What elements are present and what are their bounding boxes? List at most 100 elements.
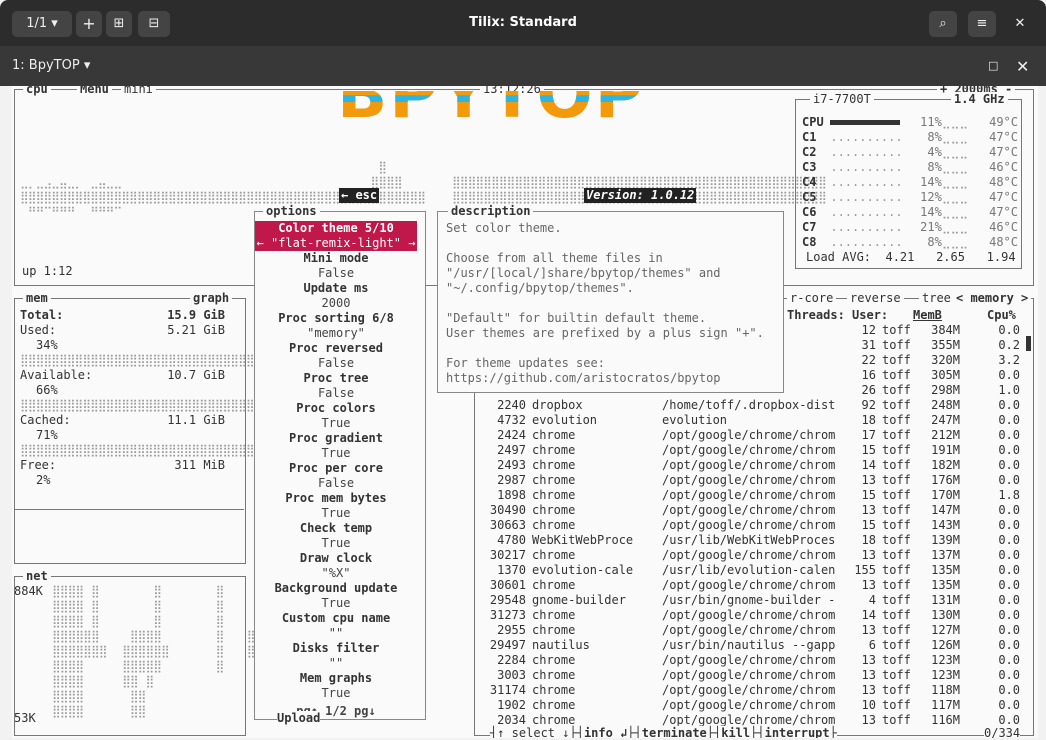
process-row[interactable]: 30490 chrome/opt/google/chrome/chrom 13 tof… — [482, 503, 1030, 518]
option-selected-name[interactable]: Color theme 5/10 — [255, 221, 417, 236]
core-usage-bar: .......... — [830, 130, 903, 144]
process-cpu: 0.0 — [998, 638, 1020, 652]
terminate-button[interactable]: terminate — [642, 726, 707, 738]
process-row[interactable]: 3003 chrome/opt/google/chrome/chrom 13 toff… — [482, 668, 1030, 683]
process-row[interactable]: 31174 chrome/opt/google/chrome/chrom 13 tof… — [482, 683, 1030, 698]
select-hint[interactable]: ↑ select ↓ — [497, 726, 569, 738]
process-prog: chrome — [532, 698, 576, 712]
process-cpu: 0.0 — [998, 323, 1020, 337]
process-prog: chrome — [532, 458, 576, 472]
cpu-tab[interactable]: cpu — [23, 86, 51, 97]
process-row[interactable]: 2284 chrome/opt/google/chrome/chrom 13 toff… — [482, 653, 1030, 668]
terminal-area[interactable]: cpu Menu mini 13:12:26 + 2000ms - BPYTOP… — [12, 86, 1038, 738]
option-value: True — [321, 686, 351, 700]
process-cpu: 0.0 — [998, 608, 1020, 622]
process-thr: 18 — [861, 533, 876, 547]
core-temp: 47°C — [989, 190, 1018, 204]
process-row[interactable]: 1370 evolution-cale/usr/lib/evolution-cal… — [482, 563, 1030, 578]
core-name: C6 — [802, 205, 817, 219]
process-thr: 31 — [861, 338, 876, 352]
process-row[interactable]: 29548 gnome-builder/usr/bin/gnome-builder… — [482, 593, 1030, 608]
proc-sort-selector[interactable]: < memory > — [953, 291, 1032, 306]
option-name[interactable]: Update ms — [255, 281, 417, 296]
info-button[interactable]: info ↲ — [584, 726, 627, 738]
process-row[interactable]: 2493 chrome/opt/google/chrome/chrom 14 toff… — [482, 458, 1030, 473]
net-title: net — [23, 569, 51, 584]
option-name[interactable]: Proc colors — [255, 401, 417, 416]
close-terminal-icon[interactable]: ✕ — [1016, 57, 1029, 76]
process-cpu: 0.0 — [998, 698, 1020, 712]
process-row[interactable]: 2424 chrome/opt/google/chrome/chrom 17 toff… — [482, 428, 1030, 443]
proc-scrollbar[interactable] — [1026, 336, 1031, 351]
option-value: "" — [328, 626, 344, 640]
option-name[interactable]: Background update — [255, 581, 417, 596]
option-name[interactable]: Proc gradient — [255, 431, 417, 446]
load-5: 2.65 — [936, 250, 965, 264]
process-row[interactable]: 2987 chrome/opt/google/chrome/chrom 13 toff… — [482, 473, 1030, 488]
option-selected-value[interactable]: ← "flat-remix-light" → — [255, 236, 417, 251]
option-name[interactable]: Mem graphs — [255, 671, 417, 686]
process-cmd: /opt/google/chrome/chrom — [662, 548, 836, 562]
core-temp-graph: ⣀⣀⣀ — [941, 220, 969, 234]
interrupt-button[interactable]: interrupt — [765, 726, 830, 738]
process-row[interactable]: 4780 WebKitWebProce/usr/lib/WebKitWebProc… — [482, 533, 1030, 548]
option-name[interactable]: Proc reversed — [255, 341, 417, 356]
process-row[interactable]: 1898 chrome/opt/google/chrome/chrom 15 toff… — [482, 488, 1030, 503]
process-mem: 131M — [931, 593, 960, 607]
kill-button[interactable]: kill — [721, 726, 750, 738]
proc-per-core-toggle[interactable]: r-core — [787, 291, 837, 306]
process-row[interactable]: 2497 chrome/opt/google/chrome/chrom 15 toff… — [482, 443, 1030, 458]
option-name[interactable]: Proc mem bytes — [255, 491, 417, 506]
process-user: toff — [882, 488, 911, 502]
option-name[interactable]: Custom cpu name — [255, 611, 417, 626]
option-name[interactable]: Proc per core — [255, 461, 417, 476]
process-cmd: /opt/google/chrome/chrom — [662, 683, 836, 697]
esc-button[interactable]: ← esc — [339, 188, 380, 203]
core-temp-graph: ⣀⣀⣀ — [941, 160, 969, 174]
process-cmd: /opt/google/chrome/chrom — [662, 503, 836, 517]
cpu-core-row: C5.......... 12% ⣀⣀⣀ 47°C — [802, 190, 1018, 205]
process-cmd: /usr/lib/WebKitWebProces — [662, 533, 836, 547]
mem-cached: 11.1 GiB — [167, 413, 225, 427]
core-usage-bar: .......... — [830, 190, 903, 204]
mem-total: 15.9 GiB — [167, 308, 225, 322]
process-row[interactable]: 30601 chrome/opt/google/chrome/chrom 13 tof… — [482, 578, 1030, 593]
option-name[interactable]: Check temp — [255, 521, 417, 536]
tab-title-button[interactable]: 1: BpyTOP ▾ — [12, 46, 90, 86]
search-icon[interactable]: ⌕ — [929, 11, 957, 37]
process-row[interactable]: 2240 dropbox/home/toff/.dropbox-dist 92 tof… — [482, 398, 1030, 413]
process-row[interactable]: 30217 chrome/opt/google/chrome/chrom 13 tof… — [482, 548, 1030, 563]
proc-reverse-toggle[interactable]: reverse — [847, 291, 904, 306]
process-mem: 123M — [931, 653, 960, 667]
hamburger-menu-icon[interactable]: ≡ — [968, 11, 996, 37]
process-row[interactable]: 30663 chrome/opt/google/chrome/chrom 15 tof… — [482, 518, 1030, 533]
mem-graph-toggle[interactable]: graph — [190, 291, 233, 306]
mem-free-pct: 2% — [36, 473, 51, 487]
option-name[interactable]: Proc tree — [255, 371, 417, 386]
option-name[interactable]: Disks filter — [255, 641, 417, 656]
process-row[interactable]: 1902 chrome/opt/google/chrome/chrom 10 toff… — [482, 698, 1030, 713]
process-user: toff — [882, 473, 911, 487]
process-mem: 176M — [931, 473, 960, 487]
process-mem: 305M — [931, 368, 960, 382]
close-window-icon[interactable]: ✕ — [1006, 11, 1034, 37]
process-prog: chrome — [532, 548, 576, 562]
process-user: toff — [882, 353, 911, 367]
mini-tab[interactable]: mini — [121, 86, 156, 97]
proc-tree-toggle[interactable]: tree — [919, 291, 954, 306]
menu-tab[interactable]: Menu — [77, 86, 112, 97]
option-name[interactable]: Draw clock — [255, 551, 417, 566]
process-row[interactable]: 31273 chrome/opt/google/chrome/chrom 14 tof… — [482, 608, 1030, 623]
core-name: C4 — [802, 175, 817, 189]
process-user: toff — [882, 533, 911, 547]
option-name[interactable]: Proc sorting 6/8 — [255, 311, 417, 326]
option-name[interactable]: Mini mode — [255, 251, 417, 266]
process-prog: chrome — [532, 488, 576, 502]
core-temp-graph: ⣀⣀⣀ — [941, 145, 969, 159]
maximize-icon[interactable]: □ — [988, 59, 998, 72]
process-prog: nautilus — [532, 638, 590, 652]
process-row[interactable]: 4732 evolution evolution 18 toff 247M 0.0 — [482, 413, 1030, 428]
process-row[interactable]: 2955 chrome/opt/google/chrome/chrom 13 toff… — [482, 623, 1030, 638]
process-row[interactable]: 29497 nautilus/usr/bin/nautilus --gapp 6 to… — [482, 638, 1030, 653]
core-temp: 47°C — [989, 130, 1018, 144]
